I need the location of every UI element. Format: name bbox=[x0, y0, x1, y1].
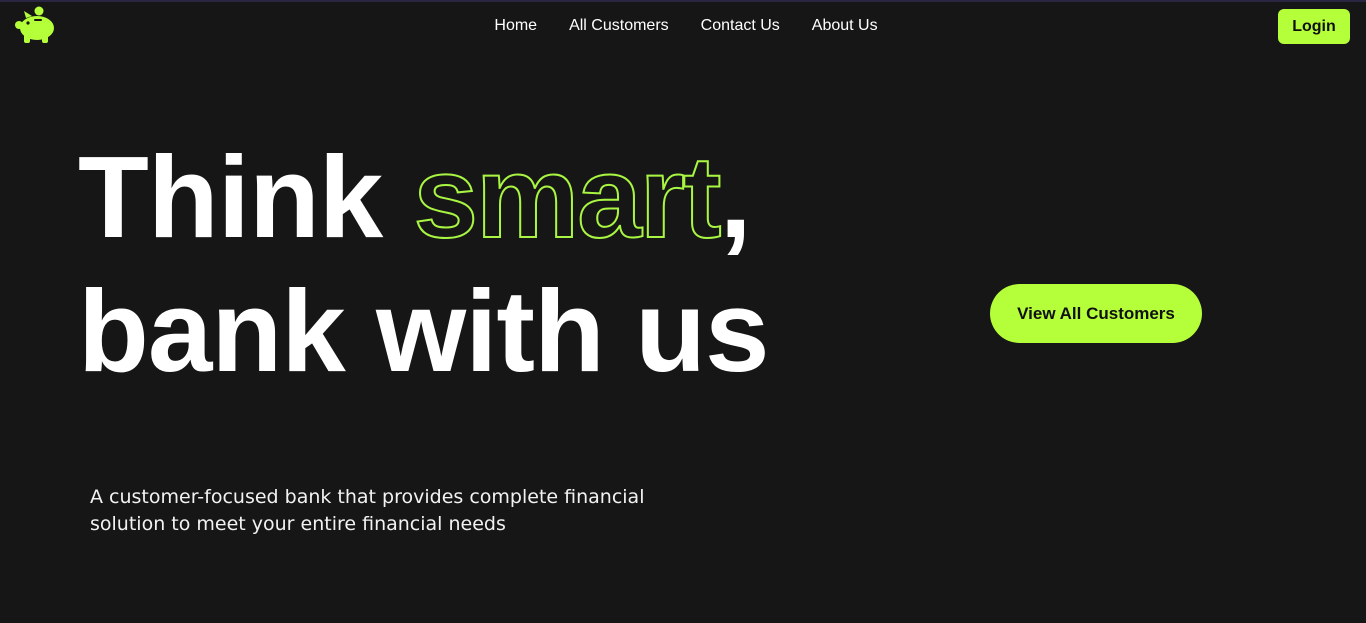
hero-tagline: A customer-focused bank that provides co… bbox=[90, 486, 645, 535]
page: Home All Customers Contact Us About Us L… bbox=[0, 0, 1366, 623]
view-all-customers-button[interactable]: View All Customers bbox=[990, 284, 1202, 343]
headline-accent-smart: smart bbox=[413, 131, 723, 263]
nav-contact-us[interactable]: Contact Us bbox=[701, 15, 780, 37]
top-border bbox=[0, 0, 1366, 2]
login-button[interactable]: Login bbox=[1278, 9, 1350, 44]
main-nav: Home All Customers Contact Us About Us bbox=[0, 15, 1366, 37]
nav-home[interactable]: Home bbox=[494, 15, 537, 37]
nav-all-customers[interactable]: All Customers bbox=[569, 15, 669, 37]
piggy-bank-icon[interactable] bbox=[14, 6, 58, 44]
headline-comma: , bbox=[719, 132, 752, 262]
nav-links: Home All Customers Contact Us About Us bbox=[494, 15, 877, 37]
nav-about-us[interactable]: About Us bbox=[812, 15, 878, 37]
hero-headline: Think smart, bank with us bbox=[78, 130, 770, 398]
headline-think: Think bbox=[78, 132, 414, 262]
headline-line2: bank with us bbox=[78, 266, 770, 396]
